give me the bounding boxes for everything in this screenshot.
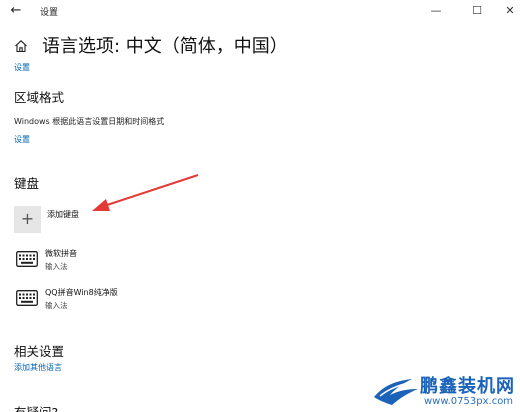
- add-keyboard-button[interactable]: +: [14, 206, 41, 233]
- watermark-logo: [374, 379, 418, 405]
- plus-icon: +: [20, 209, 35, 228]
- watermark-url: www.0753px.com: [424, 396, 514, 407]
- keyboard-item-type: 输入法: [45, 262, 68, 271]
- region-format-description: Windows 根据此语言设置日期和时间格式: [14, 117, 165, 126]
- add-other-language-link[interactable]: 添加其他语言: [14, 362, 62, 373]
- region-settings-link[interactable]: 设置: [14, 134, 30, 145]
- breadcrumb-settings-link[interactable]: 设置: [14, 62, 30, 73]
- maximize-button[interactable]: ☐: [467, 2, 487, 20]
- keyboard-icon[interactable]: [16, 290, 38, 306]
- back-button[interactable]: ←: [8, 3, 24, 19]
- title-bar: ← 设置 — ☐ ✕: [0, 0, 520, 22]
- keyboard-item-type: 输入法: [45, 301, 68, 310]
- minimize-button[interactable]: —: [426, 2, 446, 20]
- page-title: 语言选项: 中文（简体，中国）: [42, 36, 288, 57]
- home-icon[interactable]: [14, 39, 28, 53]
- keyboard-item-name[interactable]: 微软拼音: [45, 248, 77, 259]
- window-title: 设置: [40, 8, 59, 18]
- add-keyboard-label[interactable]: 添加键盘: [47, 209, 79, 220]
- keyboard-heading: 键盘: [14, 176, 40, 191]
- annotation-arrow: [92, 174, 199, 211]
- related-settings-heading: 相关设置: [14, 344, 65, 359]
- watermark-brand: 鹏鑫装机网: [420, 376, 515, 397]
- questions-heading: 有疑问?: [14, 402, 58, 412]
- keyboard-icon[interactable]: [16, 251, 38, 267]
- keyboard-item-name[interactable]: QQ拼音Win8纯净版: [45, 287, 118, 298]
- region-format-heading: 区域格式: [14, 90, 65, 105]
- close-button[interactable]: ✕: [500, 2, 520, 20]
